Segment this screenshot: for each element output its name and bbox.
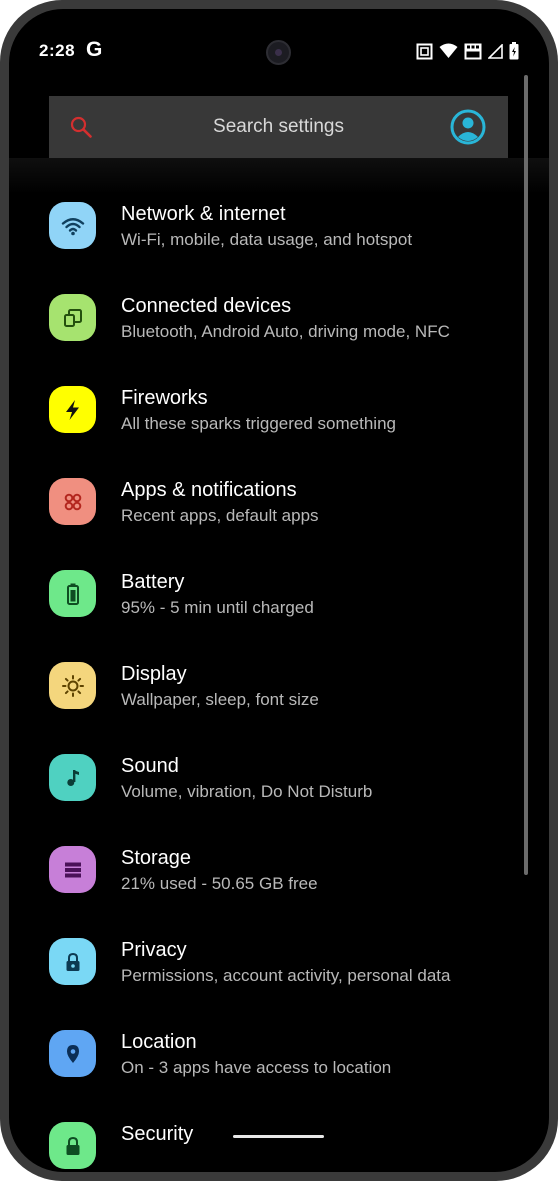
search-bar[interactable]: Search settings [49, 96, 508, 158]
battery-icon-badge [49, 570, 96, 617]
scrollbar[interactable] [524, 75, 528, 875]
security-icon [66, 1136, 79, 1155]
settings-item-connected-devices[interactable]: Connected devices Bluetooth, Android Aut… [9, 281, 549, 373]
item-title: Privacy [121, 939, 187, 961]
item-subtitle: Recent apps, default apps [121, 506, 319, 525]
status-bar: 2:28 G [9, 9, 549, 69]
settings-item-sound[interactable]: Sound Volume, vibration, Do Not Disturb [9, 741, 549, 833]
item-subtitle: Wi-Fi, mobile, data usage, and hotspot [121, 230, 413, 249]
item-title: Display [121, 663, 187, 685]
item-title: Connected devices [121, 295, 292, 317]
wifi-icon [439, 43, 458, 58]
front-camera [266, 40, 291, 65]
settings-item-battery[interactable]: Battery 95% - 5 min until charged [9, 557, 549, 649]
item-title: Location [121, 1031, 197, 1053]
wifi-icon [61, 217, 84, 235]
privacy-icon-badge [49, 938, 96, 985]
nfc-icon [416, 43, 433, 59]
location-icon-badge [49, 1030, 96, 1077]
brightness-icon [61, 674, 84, 697]
devices-icon-badge [49, 294, 96, 341]
settings-item-display[interactable]: Display Wallpaper, sleep, font size [9, 649, 549, 741]
item-subtitle: 95% - 5 min until charged [121, 598, 314, 617]
item-title: Storage [121, 847, 192, 869]
storage-icon-badge [49, 846, 96, 893]
home-indicator[interactable] [233, 1135, 324, 1138]
location-pin-icon [66, 1044, 79, 1063]
fireworks-icon-badge [49, 386, 96, 433]
signal-icon [488, 43, 503, 59]
item-title: Security [121, 1123, 194, 1145]
item-title: Apps & notifications [121, 479, 297, 501]
settings-item-security[interactable]: Security [9, 1109, 549, 1172]
item-subtitle: 21% used - 50.65 GB free [121, 874, 318, 893]
settings-item-fireworks[interactable]: Fireworks All these sparks triggered som… [9, 373, 549, 465]
item-title: Battery [121, 571, 185, 593]
settings-item-network[interactable]: Network & internet Wi-Fi, mobile, data u… [9, 189, 549, 281]
settings-item-location[interactable]: Location On - 3 apps have access to loca… [9, 1017, 549, 1109]
item-title: Network & internet [121, 203, 286, 225]
network-icon-badge [49, 202, 96, 249]
apps-icon-badge [49, 478, 96, 525]
item-subtitle: Bluetooth, Android Auto, driving mode, N… [121, 322, 450, 341]
search-input[interactable]: Search settings [49, 116, 508, 138]
apps-icon [64, 493, 81, 510]
status-time: 2:28 [39, 41, 76, 60]
item-subtitle: Wallpaper, sleep, font size [121, 690, 319, 709]
lightning-icon [65, 399, 79, 420]
settings-item-apps[interactable]: Apps & notifications Recent apps, defaul… [9, 465, 549, 557]
sound-icon-badge [49, 754, 96, 801]
item-title: Sound [121, 755, 179, 777]
devices-icon [63, 308, 82, 327]
status-icons [416, 42, 519, 60]
battery-icon [66, 583, 79, 605]
item-subtitle: On - 3 apps have access to location [121, 1058, 392, 1077]
item-subtitle: Permissions, account activity, personal … [121, 966, 451, 985]
item-subtitle: Volume, vibration, Do Not Disturb [121, 782, 373, 801]
google-g-icon: G [86, 38, 103, 61]
display-icon-badge [49, 662, 96, 709]
account-icon[interactable] [450, 109, 486, 145]
security-icon-badge [49, 1122, 96, 1169]
music-note-icon [66, 769, 79, 786]
storage-icon [64, 862, 81, 877]
battery-icon [509, 42, 519, 60]
volte-icon [464, 43, 482, 59]
settings-item-privacy[interactable]: Privacy Permissions, account activity, p… [9, 925, 549, 1017]
settings-item-storage[interactable]: Storage 21% used - 50.65 GB free [9, 833, 549, 925]
phone-frame: 2:28 G Search settings Network & interne… [0, 0, 558, 1181]
item-subtitle: All these sparks triggered something [121, 414, 396, 433]
lock-icon [66, 952, 79, 971]
item-title: Fireworks [121, 387, 208, 409]
screen: 2:28 G Search settings Network & interne… [9, 9, 549, 1172]
